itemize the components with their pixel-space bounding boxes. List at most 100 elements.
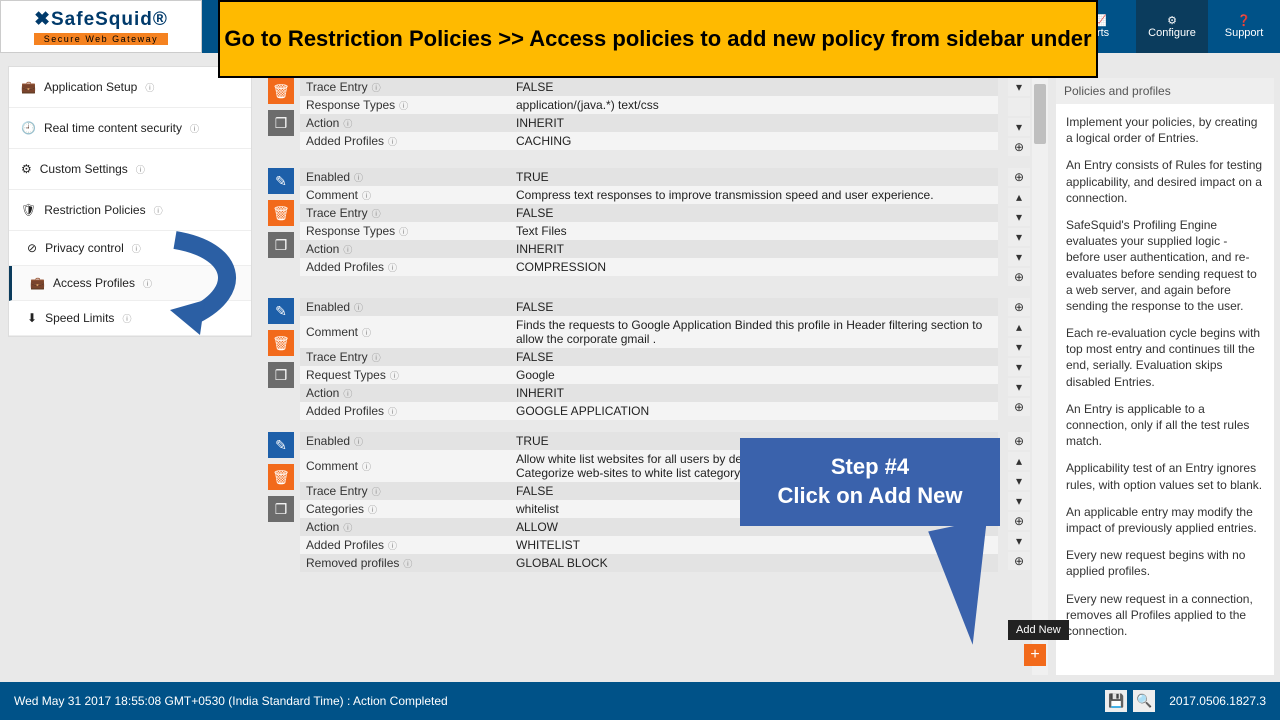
sidebar-item-custom-settings[interactable]: ⚙Custom Settings ⓘ bbox=[9, 149, 251, 190]
field-value: INHERIT bbox=[510, 114, 998, 132]
field-label: Removed profiles ⓘ bbox=[300, 554, 510, 572]
entry-row: Response Types ⓘText Files bbox=[300, 222, 998, 240]
dropdown-icon[interactable]: ▾ bbox=[1008, 472, 1030, 490]
delete-button[interactable]: 🗑 bbox=[268, 78, 294, 104]
info-icon[interactable]: ⓘ bbox=[390, 369, 399, 382]
info-icon[interactable]: ⓘ bbox=[143, 277, 152, 290]
sidebar-item-label: Access Profiles bbox=[53, 276, 135, 290]
info-icon[interactable]: ⓘ bbox=[354, 435, 363, 448]
clone-button[interactable]: ❐ bbox=[268, 110, 294, 136]
info-icon[interactable]: ⓘ bbox=[145, 81, 154, 94]
search-icon[interactable]: 🔍 bbox=[1133, 690, 1155, 712]
field-value: GLOBAL BLOCK bbox=[510, 554, 998, 572]
dropdown-icon[interactable]: ▾ bbox=[1008, 248, 1030, 266]
field-value: Compress text responses to improve trans… bbox=[510, 186, 998, 204]
clone-button[interactable]: ❐ bbox=[268, 362, 294, 388]
clone-button[interactable]: ❐ bbox=[268, 232, 294, 258]
expand-icon[interactable]: ⊕ bbox=[1008, 268, 1030, 286]
expand-icon[interactable]: ⊕ bbox=[1008, 512, 1030, 530]
info-icon[interactable]: ⓘ bbox=[343, 521, 352, 534]
info-icon[interactable]: ⓘ bbox=[388, 539, 397, 552]
sidebar-item-application-setup[interactable]: 💼Application Setup ⓘ bbox=[9, 67, 251, 108]
expand-icon[interactable]: ⊕ bbox=[1008, 298, 1030, 316]
info-icon[interactable]: ⓘ bbox=[354, 171, 363, 184]
add-new-button[interactable]: + bbox=[1024, 644, 1046, 666]
info-icon[interactable]: ⓘ bbox=[388, 261, 397, 274]
entry-row: Action ⓘINHERIT bbox=[300, 114, 998, 132]
info-icon[interactable]: ⓘ bbox=[132, 242, 141, 255]
entry-row: Trace Entry ⓘFALSE bbox=[300, 78, 998, 96]
info-icon[interactable]: ⓘ bbox=[388, 135, 397, 148]
info-icon[interactable]: ⓘ bbox=[368, 503, 377, 516]
entry-row: Added Profiles ⓘCACHING bbox=[300, 132, 998, 150]
expand-icon[interactable]: ⊕ bbox=[1008, 398, 1030, 416]
info-icon[interactable]: ⓘ bbox=[372, 351, 381, 364]
edit-button[interactable]: ✎ bbox=[268, 298, 294, 324]
edit-button[interactable]: ✎ bbox=[268, 432, 294, 458]
info-icon[interactable]: ⓘ bbox=[343, 117, 352, 130]
dropdown-icon[interactable]: ▾ bbox=[1008, 208, 1030, 226]
info-icon[interactable]: ⓘ bbox=[343, 387, 352, 400]
info-icon[interactable]: ⓘ bbox=[343, 243, 352, 256]
save-icon[interactable]: 💾 bbox=[1105, 690, 1127, 712]
info-icon[interactable]: ⓘ bbox=[362, 460, 371, 473]
nav-configure[interactable]: ⚙ Configure bbox=[1136, 0, 1208, 53]
info-icon[interactable]: ⓘ bbox=[372, 81, 381, 94]
info-icon[interactable]: ⓘ bbox=[154, 204, 163, 217]
delete-button[interactable]: 🗑 bbox=[268, 200, 294, 226]
scrollbar[interactable] bbox=[1032, 78, 1048, 675]
sidebar-item-label: Restriction Policies bbox=[44, 203, 145, 217]
dropdown-icon[interactable]: ▾ bbox=[1008, 378, 1030, 396]
expand-icon[interactable]: ⊕ bbox=[1008, 432, 1030, 450]
scroll-thumb[interactable] bbox=[1034, 84, 1046, 144]
dropdown-icon[interactable]: ▾ bbox=[1008, 78, 1030, 96]
expand-icon[interactable]: ⊕ bbox=[1008, 138, 1030, 156]
help-paragraph: An Entry is applicable to a connection, … bbox=[1066, 401, 1264, 450]
field-label: Response Types ⓘ bbox=[300, 222, 510, 240]
info-icon[interactable]: ⓘ bbox=[372, 485, 381, 498]
info-icon[interactable]: ⓘ bbox=[190, 122, 199, 135]
dropdown-icon[interactable]: ▾ bbox=[1008, 118, 1030, 136]
expand-icon[interactable]: ⊕ bbox=[1008, 168, 1030, 186]
dropdown-icon[interactable]: ▾ bbox=[1008, 492, 1030, 510]
dropdown-icon[interactable]: ▾ bbox=[1008, 532, 1030, 550]
collapse-up-icon[interactable]: ▴ bbox=[1008, 452, 1030, 470]
field-value: COMPRESSION bbox=[510, 258, 998, 276]
edit-button[interactable]: ✎ bbox=[268, 168, 294, 194]
dropdown-icon[interactable]: ▾ bbox=[1008, 228, 1030, 246]
info-icon[interactable]: ⓘ bbox=[122, 312, 131, 325]
collapse-up-icon[interactable]: ▴ bbox=[1008, 318, 1030, 336]
info-icon[interactable]: ⓘ bbox=[372, 207, 381, 220]
info-icon[interactable]: ⓘ bbox=[399, 99, 408, 112]
logo: ✖SafeSquid® Secure Web Gateway bbox=[0, 0, 202, 53]
field-value: FALSE bbox=[510, 78, 998, 96]
nav-support[interactable]: ❓ Support bbox=[1208, 0, 1280, 53]
info-icon[interactable]: ⓘ bbox=[388, 405, 397, 418]
field-label: Action ⓘ bbox=[300, 384, 510, 402]
entry-block: ✎🗑❐Enabled ⓘFALSEComment ⓘFinds the requ… bbox=[268, 298, 1030, 420]
dropdown-icon[interactable] bbox=[1008, 98, 1030, 116]
delete-button[interactable]: 🗑 bbox=[268, 330, 294, 356]
delete-button[interactable]: 🗑 bbox=[268, 464, 294, 490]
expand-icon[interactable]: ⊕ bbox=[1008, 552, 1030, 570]
field-value: Google bbox=[510, 366, 998, 384]
gear-icon: ⚙ bbox=[1167, 14, 1177, 27]
help-paragraph: An applicable entry may modify the impac… bbox=[1066, 504, 1264, 536]
info-icon[interactable]: ⓘ bbox=[362, 326, 371, 339]
entry-row: Comment ⓘCompress text responses to impr… bbox=[300, 186, 998, 204]
field-value: GOOGLE APPLICATION bbox=[510, 402, 998, 420]
info-icon[interactable]: ⓘ bbox=[136, 163, 145, 176]
info-icon[interactable]: ⓘ bbox=[403, 557, 412, 570]
dropdown-icon[interactable]: ▾ bbox=[1008, 338, 1030, 356]
dropdown-icon[interactable]: ▾ bbox=[1008, 358, 1030, 376]
info-icon[interactable]: ⓘ bbox=[399, 225, 408, 238]
info-icon[interactable]: ⓘ bbox=[362, 189, 371, 202]
sidebar-item-real-time-content-security[interactable]: 🕘Real time content security ⓘ bbox=[9, 108, 251, 149]
info-icon[interactable]: ⓘ bbox=[354, 301, 363, 314]
help-icon: ❓ bbox=[1237, 14, 1251, 27]
collapse-up-icon[interactable]: ▴ bbox=[1008, 188, 1030, 206]
sidebar-item-restriction-policies[interactable]: 🛡Restriction Policies ⓘ bbox=[9, 190, 251, 231]
entry-row: Response Types ⓘapplication/(java.*) tex… bbox=[300, 96, 998, 114]
clone-button[interactable]: ❐ bbox=[268, 496, 294, 522]
field-value: FALSE bbox=[510, 298, 998, 316]
